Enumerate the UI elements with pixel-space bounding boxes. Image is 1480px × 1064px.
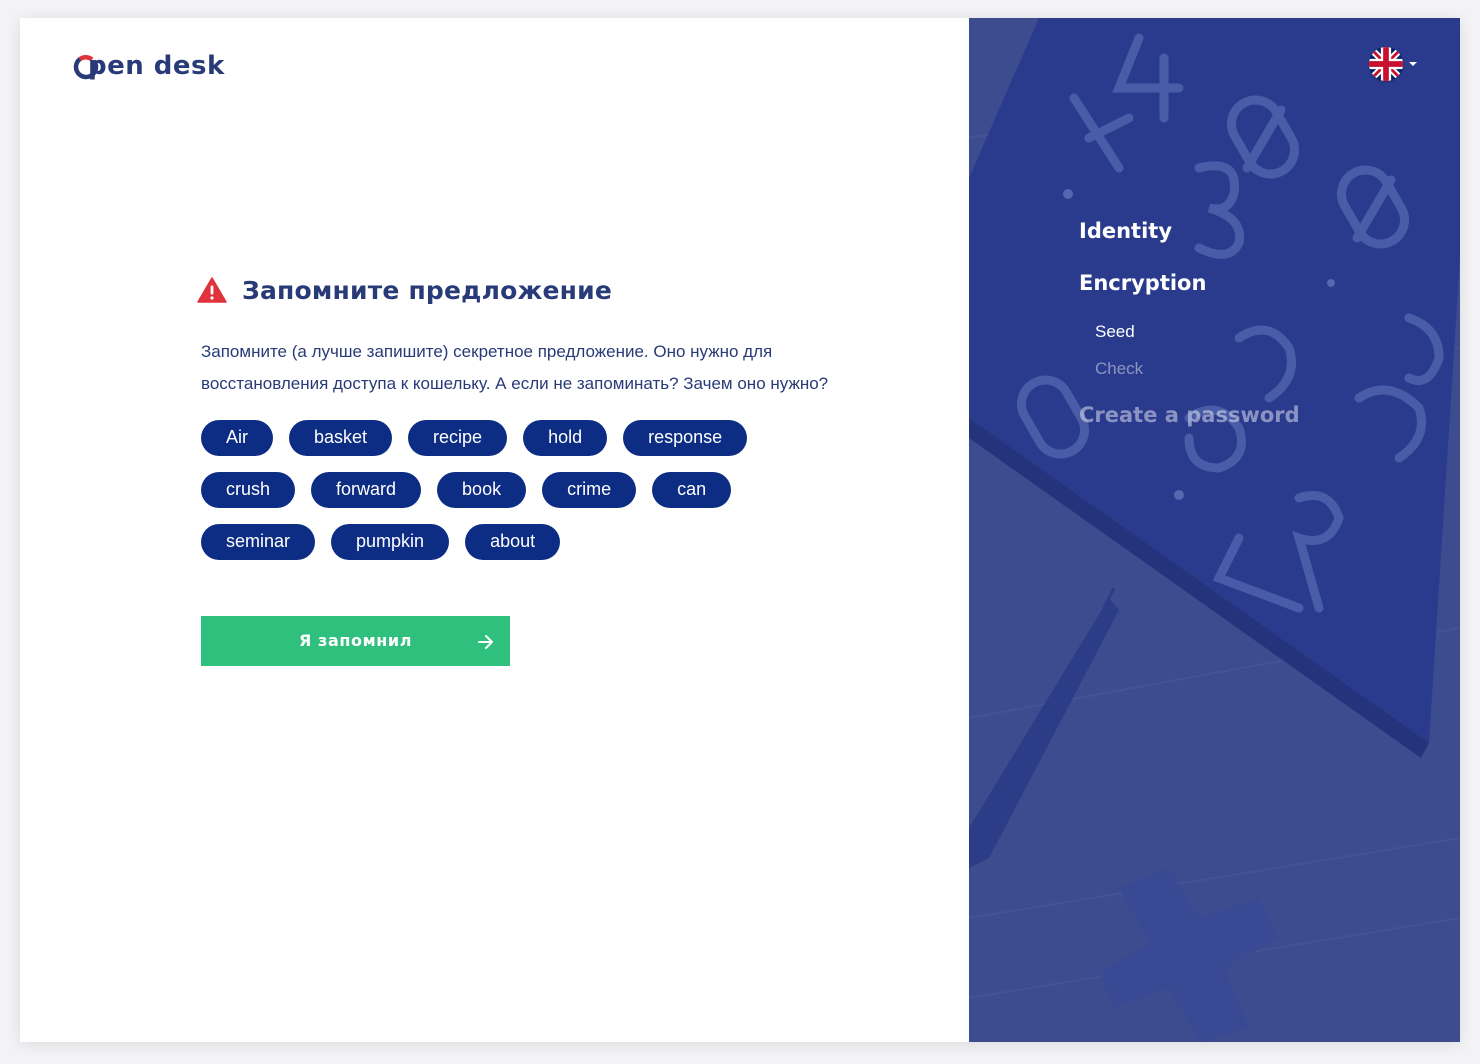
- app-window: pen desk Запомните предложение Запомните…: [20, 18, 1460, 1042]
- uk-flag-icon: [1369, 47, 1403, 81]
- language-selector[interactable]: [1369, 47, 1417, 81]
- seed-word-pill[interactable]: seminar: [201, 524, 316, 560]
- seed-word-pill[interactable]: pumpkin: [331, 524, 450, 560]
- substep-seed: Seed: [1095, 322, 1135, 341]
- step-encryption: Encryption: [1079, 271, 1207, 295]
- seed-content: Запомните предложение Запомните (а лучше…: [197, 270, 841, 670]
- background-notebook-image: [969, 18, 1460, 1042]
- seed-word-pill[interactable]: book: [437, 472, 527, 508]
- seed-words-list: Air basket recipe hold response crush forward b…: [201, 420, 801, 576]
- page-title: Запомните предложение: [242, 275, 613, 305]
- seed-word-pill[interactable]: recipe: [408, 420, 508, 456]
- remembered-button[interactable]: Я запомнил: [201, 616, 510, 666]
- title-row: Запомните предложение: [197, 270, 841, 310]
- step-identity: Identity: [1079, 219, 1173, 243]
- warning-triangle-icon: [197, 277, 227, 303]
- progress-sidebar: Identity Encryption Seed Check Create a …: [969, 18, 1460, 1042]
- remembered-button-label: Я запомнил: [298, 631, 413, 650]
- logo-text: pen desk: [88, 51, 225, 81]
- substep-check: Check: [1095, 359, 1144, 378]
- seed-word-pill[interactable]: forward: [311, 472, 422, 508]
- seed-word-pill[interactable]: crush: [201, 472, 296, 508]
- seed-word-pill[interactable]: response: [623, 420, 748, 456]
- arrow-right-icon: [478, 635, 493, 649]
- seed-word-pill[interactable]: about: [465, 524, 561, 560]
- instruction-text: Запомните (а лучше запишите) секретное п…: [201, 342, 829, 393]
- seed-word-pill[interactable]: crime: [542, 472, 637, 508]
- seed-word-pill[interactable]: basket: [289, 420, 393, 456]
- seed-word-pill[interactable]: Air: [201, 420, 273, 456]
- chevron-down-icon: [1409, 62, 1417, 66]
- main-pane: pen desk Запомните предложение Запомните…: [20, 18, 969, 1042]
- seed-word-pill[interactable]: can: [652, 472, 732, 508]
- seed-word-pill[interactable]: hold: [523, 420, 608, 456]
- step-create-password: Create a password: [1079, 403, 1300, 427]
- steps-list: Identity Encryption Seed Check Create a …: [1079, 214, 1300, 450]
